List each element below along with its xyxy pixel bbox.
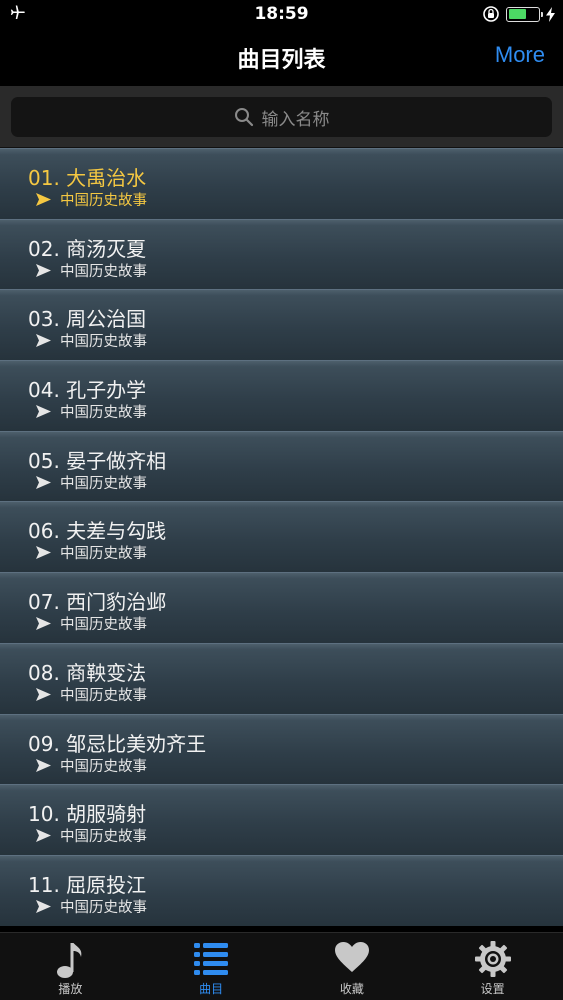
- tab-label: 设置: [480, 982, 505, 996]
- track-subtitle: 中国历史故事: [60, 405, 147, 422]
- tab-tracks[interactable]: 曲目: [141, 933, 282, 1000]
- tab-label: 播放: [58, 982, 83, 996]
- track-row-08[interactable]: 08. 商鞅变法 中国历史故事: [0, 642, 563, 714]
- track-subtitle-row: 中国历史故事: [36, 472, 147, 493]
- track-subtitle: 中国历史故事: [60, 758, 147, 775]
- track-subtitle-row: 中国历史故事: [36, 825, 147, 846]
- search-icon: [234, 108, 253, 127]
- track-title: 04. 孔子办学: [28, 378, 147, 403]
- play-arrow-icon: [36, 334, 51, 348]
- play-arrow-icon: [36, 193, 51, 206]
- track-title: 06. 夫差与勾践: [28, 519, 167, 544]
- track-subtitle: 中国历史故事: [60, 263, 147, 280]
- track-list: 01. 大禹治水 中国历史故事 02. 商汤灭夏 中国历史故事 03. 周公治国…: [0, 148, 563, 932]
- track-subtitle-row: 中国历史故事: [36, 684, 147, 705]
- track-subtitle-row: 中国历史故事: [36, 260, 147, 281]
- track-row-09[interactable]: 09. 邹忌比美劝齐王 中国历史故事: [0, 713, 563, 785]
- track-subtitle: 中国历史故事: [60, 334, 147, 351]
- track-subtitle: 中国历史故事: [60, 546, 147, 563]
- track-subtitle-row: 中国历史故事: [36, 542, 147, 563]
- track-row-01[interactable]: 01. 大禹治水 中国历史故事: [0, 148, 563, 219]
- track-row-07[interactable]: 07. 西门豹治邺 中国历史故事: [0, 572, 563, 643]
- tab-label: 收藏: [339, 982, 364, 996]
- play-arrow-icon: [36, 475, 51, 489]
- search-input[interactable]: 输入名称: [11, 97, 552, 137]
- play-arrow-icon: [36, 405, 51, 419]
- play-arrow-icon: [36, 263, 51, 277]
- track-subtitle-row: 中国历史故事: [36, 401, 147, 422]
- search-placeholder: 输入名称: [261, 109, 330, 130]
- tab-favorites[interactable]: 收藏: [282, 933, 423, 1000]
- tab-label: 曲目: [199, 982, 224, 996]
- track-subtitle: 中国历史故事: [60, 617, 147, 634]
- track-subtitle: 中国历史故事: [60, 899, 147, 916]
- tab-bar: 播放 曲目 收藏 设置: [0, 932, 563, 1000]
- tab-play[interactable]: 播放: [0, 933, 141, 1000]
- play-arrow-icon: [36, 758, 51, 772]
- battery-icon: [506, 6, 543, 22]
- track-subtitle: 中国历史故事: [60, 687, 147, 704]
- gear-icon: [474, 941, 511, 977]
- page-title: 曲目列表: [237, 48, 326, 73]
- track-subtitle: 中国历史故事: [60, 475, 147, 492]
- heart-icon: [334, 942, 369, 972]
- charging-bolt-icon: [546, 6, 555, 22]
- track-title: 02. 商汤灭夏: [28, 236, 147, 261]
- track-row-04[interactable]: 04. 孔子办学 中国历史故事: [0, 360, 563, 431]
- play-arrow-icon: [36, 829, 51, 843]
- track-title: 08. 商鞅变法: [28, 660, 147, 685]
- tab-settings[interactable]: 设置: [422, 933, 563, 1000]
- track-title: 05. 晏子做齐相: [28, 448, 167, 473]
- track-row-06[interactable]: 06. 夫差与勾践 中国历史故事: [0, 501, 563, 573]
- status-time: 18:59: [254, 4, 309, 24]
- track-title: 07. 西门豹治邺: [28, 590, 167, 615]
- status-right: [482, 5, 555, 23]
- track-subtitle-row: 中国历史故事: [36, 330, 147, 351]
- track-row-05[interactable]: 05. 晏子做齐相 中国历史故事: [0, 430, 563, 502]
- track-row-11[interactable]: 11. 屈原投江 中国历史故事: [0, 854, 563, 926]
- track-subtitle-row: 中国历史故事: [36, 755, 147, 776]
- track-row-02[interactable]: 02. 商汤灭夏 中国历史故事: [0, 218, 563, 290]
- navigation-bar: 曲目列表 More: [0, 28, 563, 86]
- track-subtitle: 中国历史故事: [60, 193, 147, 209]
- music-note-icon: [57, 943, 82, 978]
- list-icon: [194, 943, 229, 975]
- track-subtitle-row: 中国历史故事: [36, 189, 147, 210]
- orientation-lock-icon: [483, 6, 499, 22]
- track-subtitle-row: 中国历史故事: [36, 613, 147, 634]
- track-title: 03. 周公治国: [28, 307, 147, 332]
- track-title: 01. 大禹治水: [28, 166, 147, 190]
- more-button[interactable]: More: [495, 42, 545, 68]
- track-subtitle-row: 中国历史故事: [36, 896, 147, 917]
- track-row-10[interactable]: 10. 胡服骑射 中国历史故事: [0, 784, 563, 855]
- play-arrow-icon: [36, 617, 51, 631]
- play-arrow-icon: [36, 546, 51, 560]
- track-title: 11. 屈原投江: [28, 872, 147, 897]
- search-bar: 输入名称: [0, 86, 563, 148]
- track-subtitle: 中国历史故事: [60, 829, 147, 846]
- play-arrow-icon: [36, 899, 51, 913]
- track-row-03[interactable]: 03. 周公治国 中国历史故事: [0, 289, 563, 361]
- play-arrow-icon: [36, 687, 51, 701]
- status-bar: 18:59: [0, 0, 563, 28]
- track-title: 10. 胡服骑射: [28, 802, 147, 827]
- track-title: 09. 邹忌比美劝齐王: [28, 731, 207, 756]
